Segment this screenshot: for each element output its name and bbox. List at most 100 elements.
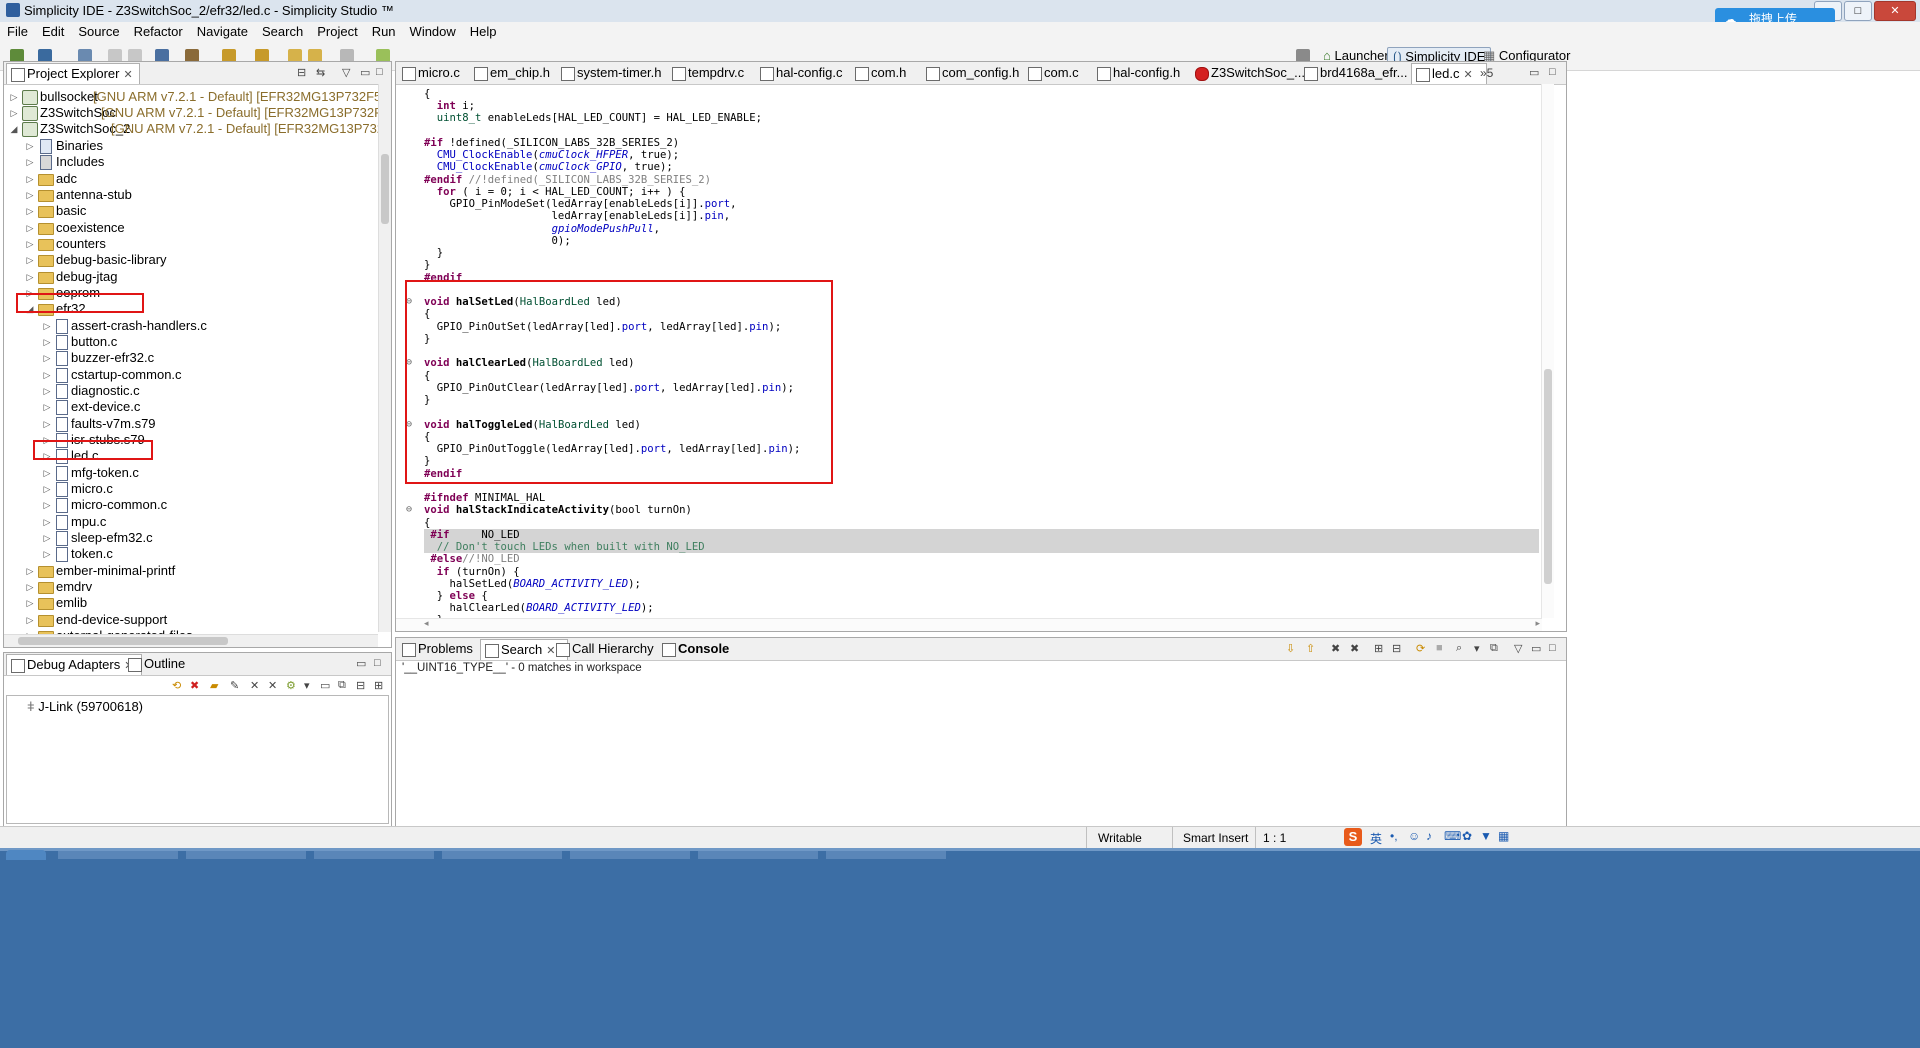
ime-toolbar[interactable]: S 英 •, ☺ ♪ ⌨ ✿ ▼ ▦ <box>1342 827 1517 849</box>
maximize-icon[interactable]: □ <box>1549 642 1556 654</box>
prev-match-icon[interactable]: ⇧ <box>1306 642 1315 655</box>
taskbar-item[interactable] <box>58 851 178 859</box>
tree-item[interactable]: ▷ debug-basic-library <box>4 252 378 268</box>
stop-icon[interactable]: ■ <box>1436 642 1443 654</box>
tab-problems[interactable]: Problems <box>398 639 473 659</box>
maximize-icon[interactable]: □ <box>376 66 383 78</box>
menu-window[interactable]: Window <box>403 22 463 39</box>
editor-tab[interactable]: Z3SwitchSoc_... <box>1191 63 1305 83</box>
tree-item[interactable]: ▷ debug-jtag <box>4 269 378 285</box>
scroll-thumb[interactable] <box>18 637 228 645</box>
menu-help[interactable]: Help <box>463 22 504 39</box>
scroll-left-icon[interactable]: ◂ <box>424 618 429 629</box>
pin-view-icon[interactable]: ⧉ <box>1490 642 1498 655</box>
remove-icon[interactable]: ✕ <box>250 679 259 692</box>
minimize-icon[interactable]: ▭ <box>356 657 366 670</box>
menu-refactor[interactable]: Refactor <box>127 22 190 39</box>
tab-overflow[interactable]: »5 <box>1480 66 1493 80</box>
tree-item[interactable]: ▷ antenna-stub <box>4 187 378 203</box>
tree-file[interactable]: ▷ micro-common.c <box>4 497 378 513</box>
edit-icon[interactable]: ✎ <box>230 679 239 692</box>
tab-debug-adapters[interactable]: Debug Adapters✕ <box>6 654 142 675</box>
view-menu-icon[interactable]: ▽ <box>1514 642 1522 655</box>
menu-edit[interactable]: Edit <box>35 22 71 39</box>
maximize-button[interactable]: □ <box>1844 1 1872 21</box>
maximize-icon[interactable]: □ <box>1549 66 1556 78</box>
taskbar-item[interactable] <box>698 851 818 859</box>
tree-project[interactable]: ▷ bullsocket [GNU ARM v7.2.1 - Default] [E… <box>4 89 378 105</box>
tree-item[interactable]: ▷ basic <box>4 203 378 219</box>
menu-project[interactable]: Project <box>310 22 364 39</box>
editor-tab[interactable]: system-timer.h <box>557 63 662 83</box>
tab-console[interactable]: Console <box>658 639 729 659</box>
editor-tab[interactable]: micro.c <box>398 63 460 83</box>
tree-file[interactable]: ▷ faults-v7m.s79 <box>4 416 378 432</box>
editor-tab[interactable]: hal-config.h <box>1093 63 1180 83</box>
remove-all-matches-icon[interactable]: ✖ <box>1350 642 1359 655</box>
tree-item[interactable]: ▷ ember-minimal-printf <box>4 563 378 579</box>
tree-item[interactable]: ▷ coexistence <box>4 220 378 236</box>
tree-file[interactable]: ▷ diagnostic.c <box>4 383 378 399</box>
collapse-all-icon[interactable]: ⊟ <box>1392 642 1401 655</box>
editor-tab[interactable]: com_config.h <box>922 63 1019 83</box>
tree-file[interactable]: ▷ micro.c <box>4 481 378 497</box>
editor-tab[interactable]: hal-config.c <box>756 63 842 83</box>
close-button[interactable]: ✕ <box>1874 1 1916 21</box>
menu-source[interactable]: Source <box>71 22 126 39</box>
menu-file[interactable]: File <box>0 22 35 39</box>
tree-item[interactable]: ▷ emdrv <box>4 579 378 595</box>
editor-tab[interactable]: em_chip.h <box>470 63 550 83</box>
explorer-vscrollbar[interactable] <box>378 84 391 632</box>
expand-all-icon[interactable]: ⊞ <box>1374 642 1383 655</box>
minimize-icon[interactable]: ▭ <box>360 66 370 79</box>
dropdown-icon[interactable]: ▾ <box>304 679 310 692</box>
menu-run[interactable]: Run <box>365 22 403 39</box>
tree-item[interactable]: ▷ counters <box>4 236 378 252</box>
editor-tab[interactable]: com.h <box>851 63 906 83</box>
folder-icon[interactable]: ▰ <box>210 679 218 692</box>
tree-file[interactable]: ▷ mpu.c <box>4 514 378 530</box>
expand-view-icon[interactable]: ⊞ <box>374 679 383 692</box>
tab-project-explorer[interactable]: Project Explorer ✕ <box>6 63 140 84</box>
tree-file[interactable]: ▷ ext-device.c <box>4 399 378 415</box>
editor-tab-active[interactable]: led.c ✕ <box>1411 63 1487 84</box>
tree-item[interactable]: ▷ end-device-support <box>4 612 378 628</box>
remove-match-icon[interactable]: ✖ <box>1331 642 1340 655</box>
disconnect-icon[interactable]: ✖ <box>190 679 199 692</box>
editor-tab[interactable]: com.c <box>1024 63 1079 83</box>
tree-project[interactable]: ▷ Z3SwitchSoc [GNU ARM v7.2.1 - Default] [… <box>4 105 378 121</box>
editor-vscrollbar[interactable] <box>1541 84 1554 618</box>
next-match-icon[interactable]: ⇩ <box>1286 642 1295 655</box>
remove-all-icon[interactable]: ✕ <box>268 679 277 692</box>
tree-file[interactable]: ▷ mfg-token.c <box>4 465 378 481</box>
tree-item[interactable]: ▷ Includes <box>4 154 378 170</box>
tab-outline[interactable]: Outline <box>124 654 204 674</box>
tree-file[interactable]: ▷ token.c <box>4 546 378 562</box>
close-icon[interactable]: ✕ <box>123 69 132 81</box>
search-history-icon[interactable]: ⌕ <box>1456 642 1462 655</box>
code-editor[interactable]: { int i; uint8_t enableLeds[HAL_LED_COUN… <box>396 84 1539 618</box>
menu-navigate[interactable]: Navigate <box>190 22 255 39</box>
taskbar-item[interactable] <box>570 851 690 859</box>
tree-project[interactable]: ◢ Z3SwitchSoc_2 [GNU ARM v7.2.1 - Default]… <box>4 121 378 137</box>
scroll-thumb[interactable] <box>1544 369 1552 584</box>
layout-icon[interactable]: ▭ <box>320 679 330 692</box>
start-button[interactable] <box>6 850 46 860</box>
editor-tab[interactable]: tempdrv.c <box>668 63 744 83</box>
minimize-icon[interactable]: ▭ <box>1529 66 1539 79</box>
editor-hscrollbar[interactable]: ◂ ▸ <box>396 618 1542 631</box>
taskbar-item[interactable] <box>314 851 434 859</box>
close-icon[interactable]: ✕ <box>1463 69 1472 81</box>
collapse-all-icon[interactable]: ⊟ <box>297 66 306 79</box>
maximize-icon[interactable]: □ <box>374 657 381 669</box>
tree-file[interactable]: ▷ assert-crash-handlers.c <box>4 318 378 334</box>
dropdown-icon[interactable]: ▾ <box>1474 642 1480 655</box>
view-menu-icon[interactable]: ▽ <box>342 66 350 79</box>
editor-tab[interactable]: brd4168a_efr... <box>1300 63 1407 83</box>
adapter-item[interactable]: ǂ J-Link (59700618) <box>27 699 143 714</box>
menu-search[interactable]: Search <box>255 22 310 39</box>
scroll-thumb[interactable] <box>381 154 389 224</box>
explorer-hscrollbar[interactable] <box>4 634 378 647</box>
link-editor-icon[interactable]: ⇆ <box>316 66 325 79</box>
tab-call-hierarchy[interactable]: Call Hierarchy <box>552 639 654 659</box>
